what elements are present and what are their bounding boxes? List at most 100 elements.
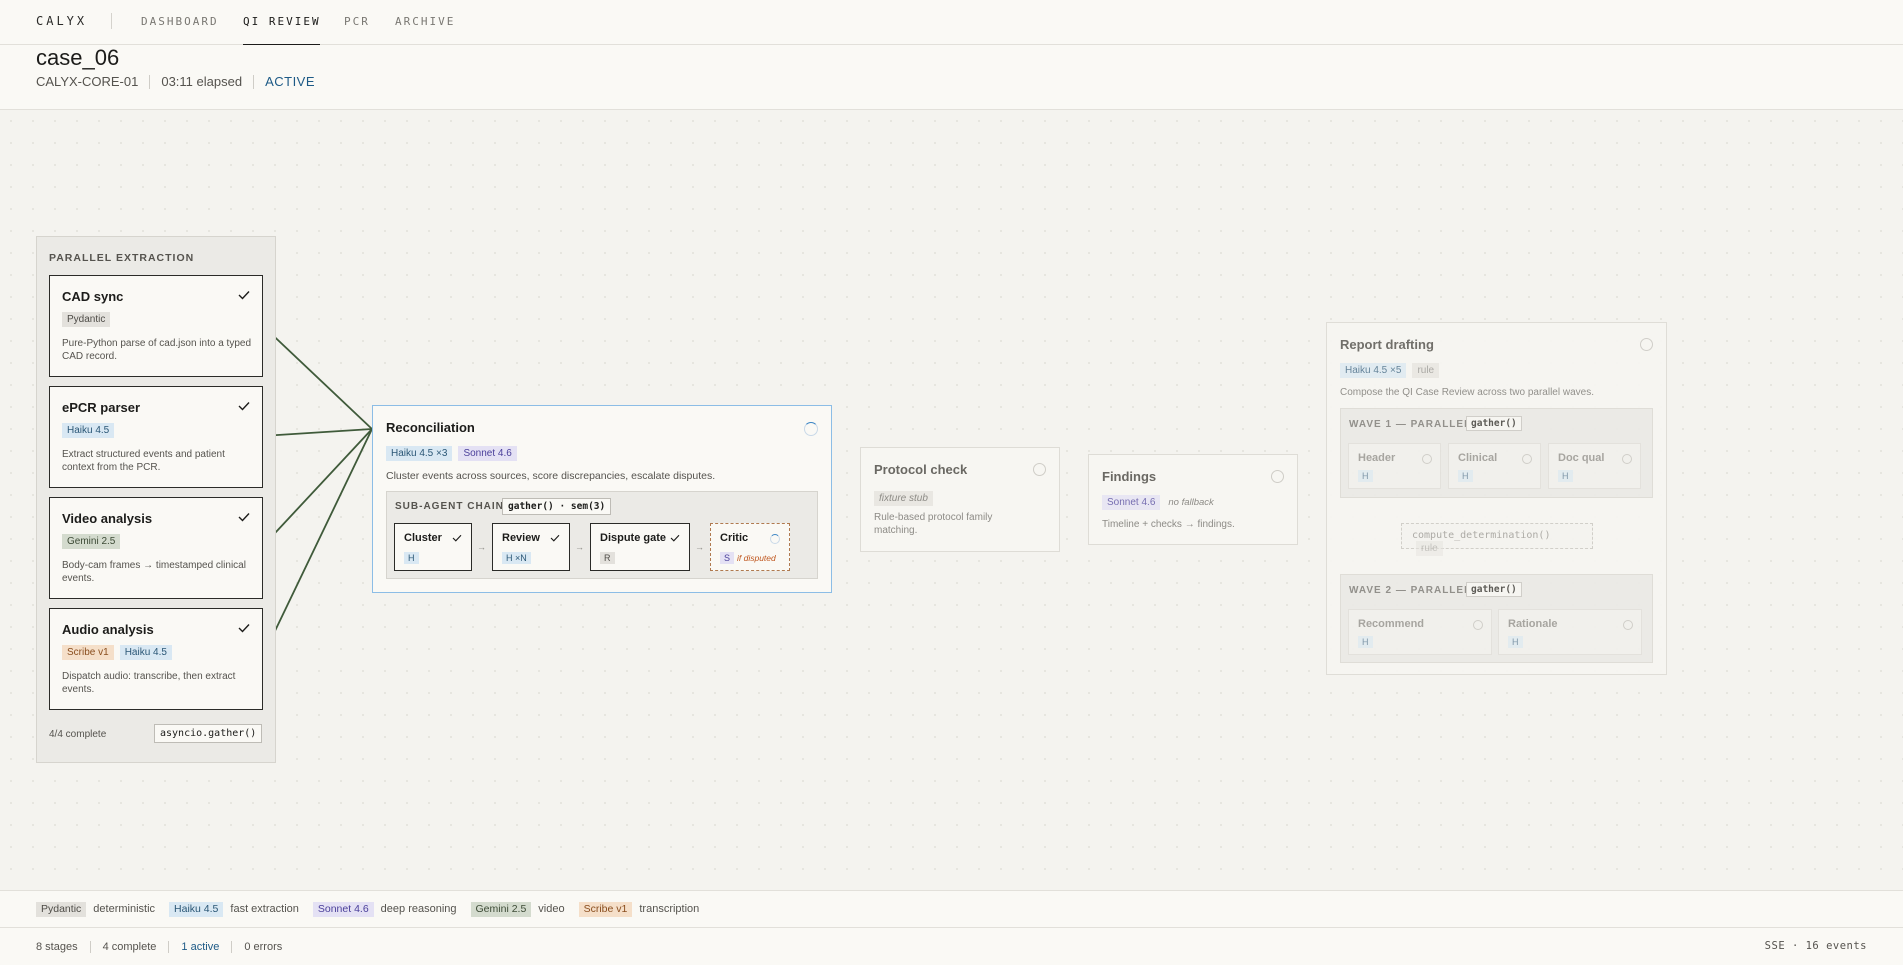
- arrow-icon: →: [575, 542, 584, 552]
- arrow-icon: →: [695, 542, 704, 552]
- pending-status-icon: [1271, 470, 1284, 483]
- check-icon: [238, 402, 250, 411]
- model-tag: Gemini 2.5: [470, 901, 532, 917]
- wave-card-title: Doc qual: [1558, 452, 1605, 464]
- sse-event-count: SSE · 16 events: [1764, 940, 1867, 952]
- wave-title: WAVE 1 — PARALLEL: [1349, 419, 1472, 430]
- check-icon: [238, 291, 250, 300]
- model-tag: rule: [1416, 541, 1443, 556]
- status-bar: 8 stages 4 complete 1 active 0 errors SS…: [0, 928, 1903, 965]
- stage-description: Timeline + checks → findings.: [1102, 519, 1235, 530]
- legend-label: deterministic: [93, 903, 156, 915]
- stage-description: Dispatch audio: transcribe, then extract…: [62, 671, 236, 695]
- compute-label: compute_determination(): [1412, 530, 1551, 541]
- model-tag: Pydantic: [62, 312, 111, 327]
- stage-title: CAD sync: [62, 289, 124, 304]
- model-tag: Haiku 4.5: [62, 423, 115, 438]
- stage-card-epcr-parser[interactable]: ePCR parser Haiku 4.5 Extract structured…: [49, 386, 263, 488]
- legend-item-haiku: Haiku 4.5 fast extraction: [169, 901, 299, 917]
- model-tag: Haiku 4.5 ×3: [386, 446, 453, 461]
- legend-item-scribe: Scribe v1 transcription: [578, 901, 700, 917]
- model-tag: Sonnet 4.6: [312, 901, 374, 917]
- model-tag: S: [720, 552, 735, 564]
- wave-card-recommend[interactable]: Recommend H: [1348, 609, 1492, 655]
- stub-tag: fixture stub: [874, 491, 933, 506]
- sub-agent-title: Critic: [720, 532, 749, 544]
- legend-label: transcription: [639, 903, 700, 915]
- pending-status-icon: [1623, 620, 1633, 630]
- model-tag: R: [600, 552, 615, 564]
- wave-card-rationale[interactable]: Rationale H: [1498, 609, 1642, 655]
- model-legend: Pydantic deterministic Haiku 4.5 fast ex…: [0, 890, 1903, 928]
- wave-card-title: Clinical: [1458, 452, 1498, 464]
- sub-agent-cluster[interactable]: Cluster H: [394, 523, 472, 571]
- check-icon: [238, 624, 250, 633]
- check-icon: [238, 513, 250, 522]
- sub-agent-dispute-gate[interactable]: Dispute gate R: [590, 523, 690, 571]
- group-title: PARALLEL EXTRACTION: [49, 252, 195, 264]
- sub-agent-title: Cluster: [404, 532, 442, 544]
- condition-note: if disputed: [737, 553, 776, 563]
- check-icon: [670, 534, 680, 542]
- wave-1-group: WAVE 1 — PARALLEL gather() Header H Clin…: [1340, 408, 1653, 498]
- wave-card-title: Header: [1358, 452, 1396, 464]
- wave-code-chip: gather(): [1466, 416, 1522, 431]
- compute-determination-step[interactable]: compute_determination() rule: [1401, 523, 1593, 556]
- stage-title: Report drafting: [1340, 337, 1434, 352]
- model-tag: Haiku 4.5: [169, 901, 224, 917]
- wave-card-title: Rationale: [1508, 618, 1558, 630]
- stage-description: Rule-based protocol family matching.: [874, 512, 993, 536]
- stage-card-protocol-check[interactable]: Protocol check fixture stub Rule-based p…: [860, 447, 1060, 552]
- parallel-extraction-group: PARALLEL EXTRACTION CAD sync Pydantic Pu…: [36, 236, 276, 763]
- stage-description: Pure-Python parse of cad.json into a typ…: [62, 338, 252, 362]
- stage-card-findings[interactable]: Findings Sonnet 4.6 no fallback Timeline…: [1088, 454, 1298, 545]
- chain-code-chip: gather() · sem(3): [502, 498, 612, 515]
- check-icon: [452, 534, 462, 542]
- wire-video-to-recon: [261, 428, 373, 548]
- stage-card-video-analysis[interactable]: Video analysis Gemini 2.5 Body-cam frame…: [49, 497, 263, 599]
- stage-description: Compose the QI Case Review across two pa…: [1340, 387, 1594, 398]
- wire-cad-to-recon: [261, 324, 373, 430]
- model-tag: H: [404, 552, 419, 564]
- stage-card-reconciliation[interactable]: Reconciliation Haiku 4.5 ×3 Sonnet 4.6 C…: [372, 405, 832, 593]
- stage-count: 8 stages: [36, 940, 78, 953]
- wave-2-group: WAVE 2 — PARALLEL gather() Recommend H R…: [1340, 574, 1653, 663]
- pending-status-icon: [1622, 454, 1632, 464]
- legend-item-pydantic: Pydantic deterministic: [36, 901, 156, 917]
- model-tag: Pydantic: [36, 901, 87, 917]
- model-tag: H: [1458, 470, 1473, 482]
- gather-code-chip: asyncio.gather(): [154, 724, 263, 743]
- status-divider: [231, 940, 233, 953]
- wire-epcr-to-recon: [261, 428, 373, 437]
- model-tag: rule: [1412, 363, 1440, 378]
- model-tag: Scribe v1: [578, 901, 633, 917]
- pending-status-icon: [1522, 454, 1532, 464]
- stage-card-cad-sync[interactable]: CAD sync Pydantic Pure-Python parse of c…: [49, 275, 263, 377]
- model-tag: Sonnet 4.6: [1102, 495, 1161, 510]
- complete-count: 4 complete: [102, 940, 157, 953]
- stage-title: Reconciliation: [386, 420, 475, 435]
- status-divider: [89, 940, 91, 953]
- stage-card-report-drafting[interactable]: Report drafting Haiku 4.5 ×5 rule Compos…: [1326, 322, 1667, 675]
- wave-card-doc-qual[interactable]: Doc qual H: [1548, 443, 1641, 489]
- active-count: 1 active: [181, 940, 220, 953]
- stage-description: Body-cam frames → timestamped clinical e…: [62, 560, 246, 584]
- sub-agent-critic[interactable]: Critic S if disputed: [710, 523, 790, 571]
- model-tag: H: [1508, 636, 1523, 648]
- legend-label: deep reasoning: [380, 903, 457, 915]
- model-tag: Haiku 4.5 ×5: [1340, 363, 1407, 378]
- stage-card-audio-analysis[interactable]: Audio analysis Scribe v1 Haiku 4.5 Dispa…: [49, 608, 263, 710]
- model-tag: H ×N: [502, 552, 531, 564]
- sub-agent-review[interactable]: Review H ×N: [492, 523, 570, 571]
- stage-description: Cluster events across sources, score dis…: [386, 470, 716, 482]
- loading-spinner-icon: [804, 422, 818, 436]
- sub-agent-title: Dispute gate: [600, 532, 667, 544]
- wave-card-header[interactable]: Header H: [1348, 443, 1441, 489]
- wave-code-chip: gather(): [1466, 582, 1522, 597]
- pending-status-icon: [1473, 620, 1483, 630]
- wire-audio-to-recon: [261, 428, 373, 659]
- error-count: 0 errors: [244, 940, 283, 953]
- model-tag: H: [1358, 470, 1373, 482]
- wave-card-clinical[interactable]: Clinical H: [1448, 443, 1541, 489]
- sub-agent-title: Review: [502, 532, 540, 544]
